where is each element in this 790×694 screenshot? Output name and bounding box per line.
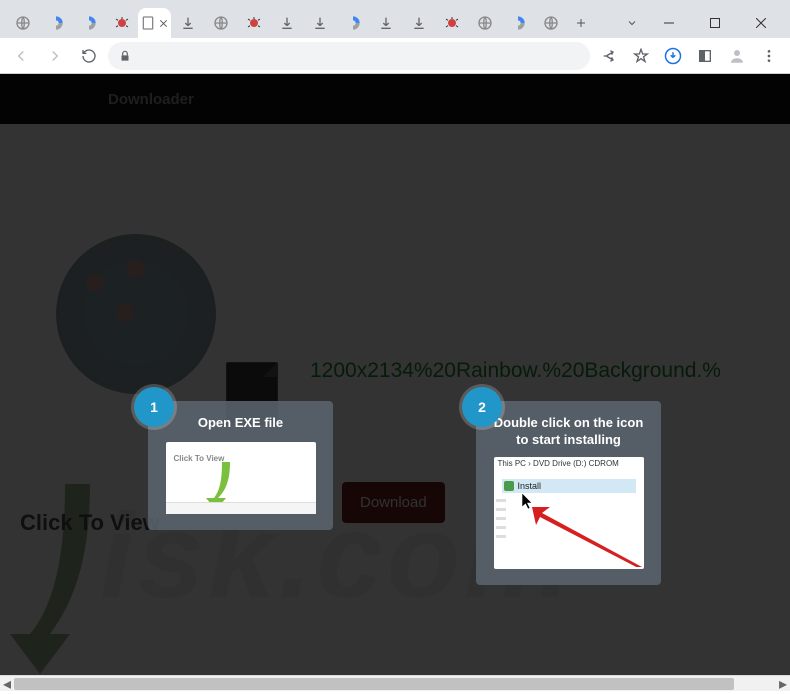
scroll-right-button[interactable]: ▸ bbox=[776, 676, 790, 692]
browser-titlebar bbox=[0, 0, 790, 38]
forward-button[interactable] bbox=[40, 41, 70, 71]
menu-icon[interactable] bbox=[754, 41, 784, 71]
recaptcha-icon bbox=[345, 15, 361, 31]
globe-icon bbox=[15, 15, 31, 31]
profile-icon[interactable] bbox=[722, 41, 752, 71]
bookmark-icon[interactable] bbox=[626, 41, 656, 71]
close-icon[interactable] bbox=[158, 18, 169, 29]
minimize-button[interactable] bbox=[646, 8, 692, 38]
card-thumbnail: This PC › DVD Drive (D:) CDROM Install bbox=[494, 457, 644, 569]
mini-file-row: Install bbox=[502, 479, 636, 493]
recaptcha-icon bbox=[48, 15, 64, 31]
bug-icon bbox=[114, 15, 130, 31]
page-icon bbox=[140, 15, 156, 31]
tab[interactable] bbox=[237, 8, 270, 38]
instruction-card-2: 2 Double click on the icon to start inst… bbox=[476, 401, 661, 585]
card-title: Open EXE file bbox=[198, 415, 283, 432]
instruction-card-1: 1 Open EXE file Click To View bbox=[148, 401, 333, 530]
lock-icon bbox=[118, 49, 132, 63]
recaptcha-icon bbox=[510, 15, 526, 31]
tab[interactable] bbox=[402, 8, 435, 38]
globe-icon bbox=[543, 15, 559, 31]
mini-file-label: Install bbox=[518, 481, 542, 491]
tab[interactable] bbox=[336, 8, 369, 38]
globe-icon bbox=[477, 15, 493, 31]
tab[interactable] bbox=[534, 8, 567, 38]
step-badge: 1 bbox=[134, 387, 174, 427]
red-arrow-icon bbox=[532, 507, 642, 567]
card-thumbnail: Click To View bbox=[166, 442, 316, 514]
tab[interactable] bbox=[501, 8, 534, 38]
cursor-icon bbox=[522, 493, 534, 509]
horizontal-scrollbar[interactable]: ◂ ▸ bbox=[0, 675, 790, 691]
download-icon bbox=[180, 15, 196, 31]
maximize-button[interactable] bbox=[692, 8, 738, 38]
tab[interactable] bbox=[6, 8, 39, 38]
download-icon bbox=[279, 15, 295, 31]
download-icon bbox=[312, 15, 328, 31]
bug-icon bbox=[246, 15, 262, 31]
tab[interactable] bbox=[468, 8, 501, 38]
close-button[interactable] bbox=[738, 8, 784, 38]
scroll-left-button[interactable]: ◂ bbox=[0, 676, 14, 692]
card-title: Double click on the icon to start instal… bbox=[486, 415, 651, 447]
mini-breadcrumb: This PC › DVD Drive (D:) CDROM bbox=[498, 459, 619, 468]
tab[interactable] bbox=[435, 8, 468, 38]
globe-icon bbox=[213, 15, 229, 31]
downloads-icon[interactable] bbox=[658, 41, 688, 71]
address-bar[interactable] bbox=[108, 42, 590, 70]
back-button[interactable] bbox=[6, 41, 36, 71]
download-icon bbox=[411, 15, 427, 31]
mini-taskbar bbox=[166, 502, 316, 514]
tab-strip bbox=[6, 8, 618, 38]
reload-button[interactable] bbox=[74, 41, 104, 71]
modal-backdrop[interactable] bbox=[0, 74, 790, 675]
share-icon[interactable] bbox=[594, 41, 624, 71]
tab[interactable] bbox=[105, 8, 138, 38]
tab[interactable] bbox=[270, 8, 303, 38]
browser-toolbar bbox=[0, 38, 790, 74]
tab[interactable] bbox=[369, 8, 402, 38]
tab-active[interactable] bbox=[138, 8, 171, 38]
bug-icon bbox=[444, 15, 460, 31]
page-content: Click To View isk.com Downloader 1200x21… bbox=[0, 74, 790, 675]
installer-icon bbox=[504, 481, 514, 491]
reader-icon[interactable] bbox=[690, 41, 720, 71]
step-badge: 2 bbox=[462, 387, 502, 427]
new-tab-button[interactable] bbox=[567, 8, 595, 38]
tab[interactable] bbox=[72, 8, 105, 38]
scrollbar-thumb[interactable] bbox=[14, 678, 734, 690]
tab[interactable] bbox=[39, 8, 72, 38]
recaptcha-icon bbox=[81, 15, 97, 31]
tab[interactable] bbox=[204, 8, 237, 38]
tab[interactable] bbox=[303, 8, 336, 38]
tab[interactable] bbox=[171, 8, 204, 38]
download-icon bbox=[378, 15, 394, 31]
tab-dropdown[interactable] bbox=[618, 8, 646, 38]
mini-sidebar bbox=[494, 499, 508, 569]
